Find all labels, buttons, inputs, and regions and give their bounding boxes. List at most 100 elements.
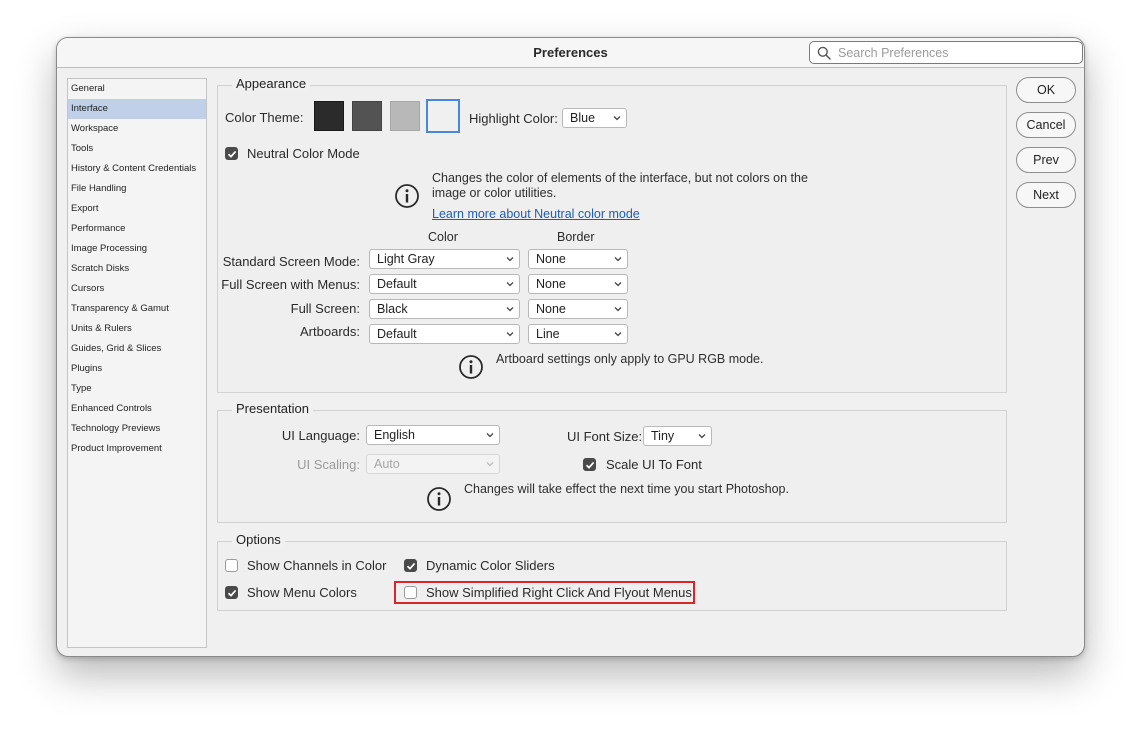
preferences-window: Preferences General Interface Workspace … xyxy=(56,37,1085,657)
dynamic-color-sliders-checkbox[interactable] xyxy=(404,559,417,572)
chevron-down-icon xyxy=(506,282,514,287)
sidebar-item-history[interactable]: History & Content Credentials xyxy=(68,159,206,179)
sidebar-item-cursors[interactable]: Cursors xyxy=(68,279,206,299)
sidebar-item-guides[interactable]: Guides, Grid & Slices xyxy=(68,339,206,359)
sidebar-item-workspace[interactable]: Workspace xyxy=(68,119,206,139)
chevron-down-icon xyxy=(698,434,706,439)
theme-swatch-medium[interactable] xyxy=(390,101,420,131)
sidebar-item-units-rulers[interactable]: Units & Rulers xyxy=(68,319,206,339)
highlight-color-value: Blue xyxy=(570,111,596,125)
sidebar-item-product-improvement[interactable]: Product Improvement xyxy=(68,439,206,459)
ui-language-select[interactable]: English xyxy=(366,425,500,445)
sidebar-item-general[interactable]: General xyxy=(68,79,206,99)
show-channels-in-color-checkbox[interactable] xyxy=(225,559,238,572)
appearance-group: Appearance xyxy=(217,76,1007,393)
chevron-down-icon xyxy=(614,332,622,337)
select-value: Default xyxy=(377,327,417,341)
chevron-down-icon xyxy=(614,282,622,287)
search-input[interactable] xyxy=(836,44,1076,61)
chevron-down-icon xyxy=(614,307,622,312)
ui-scaling-select: Auto xyxy=(366,454,500,474)
category-sidebar: General Interface Workspace Tools Histor… xyxy=(67,78,207,648)
chevron-down-icon xyxy=(506,332,514,337)
prev-button[interactable]: Prev xyxy=(1016,147,1076,173)
next-button[interactable]: Next xyxy=(1016,182,1076,208)
info-icon xyxy=(427,487,451,511)
select-value: Tiny xyxy=(651,429,675,443)
theme-swatch-light[interactable] xyxy=(426,99,460,133)
artboards-color-select[interactable]: Default xyxy=(369,324,520,344)
ui-font-size-select[interactable]: Tiny xyxy=(643,426,712,446)
column-header-color: Color xyxy=(428,230,458,244)
dynamic-color-sliders-label: Dynamic Color Sliders xyxy=(426,558,555,573)
artboards-border-select[interactable]: Line xyxy=(528,324,628,344)
info-icon xyxy=(459,355,483,379)
sidebar-item-plugins[interactable]: Plugins xyxy=(68,359,206,379)
full-screen-color-select[interactable]: Black xyxy=(369,299,520,319)
column-header-border: Border xyxy=(557,230,595,244)
select-value: Light Gray xyxy=(377,252,435,266)
ui-font-size-label: UI Font Size: xyxy=(567,429,643,444)
highlight-color-select[interactable]: Blue xyxy=(562,108,627,128)
title-bar: Preferences xyxy=(57,38,1084,68)
select-value: None xyxy=(536,277,566,291)
sidebar-item-export[interactable]: Export xyxy=(68,199,206,219)
select-value: English xyxy=(374,428,415,442)
select-value: None xyxy=(536,302,566,316)
neutral-color-mode-link[interactable]: Learn more about Neutral color mode xyxy=(432,207,640,221)
show-menu-colors-label: Show Menu Colors xyxy=(247,585,357,600)
ok-button[interactable]: OK xyxy=(1016,77,1076,103)
select-value: Default xyxy=(377,277,417,291)
search-field[interactable] xyxy=(809,41,1083,64)
presentation-note: Changes will take effect the next time y… xyxy=(464,482,789,496)
artboards-label: Artboards: xyxy=(300,324,360,339)
sidebar-item-image-processing[interactable]: Image Processing xyxy=(68,239,206,259)
full-screen-border-select[interactable]: None xyxy=(528,299,628,319)
neutral-note-line2: image or color utilities. xyxy=(432,186,557,200)
full-screen-menus-border-select[interactable]: None xyxy=(528,274,628,294)
checkmark-icon xyxy=(227,150,237,158)
chevron-down-icon xyxy=(614,257,622,262)
sidebar-item-scratch-disks[interactable]: Scratch Disks xyxy=(68,259,206,279)
chevron-down-icon xyxy=(613,116,621,121)
neutral-note-line1: Changes the color of elements of the int… xyxy=(432,171,808,185)
select-value: Line xyxy=(536,327,560,341)
chevron-down-icon xyxy=(506,307,514,312)
sidebar-item-interface[interactable]: Interface xyxy=(68,99,206,119)
show-menu-colors-checkbox[interactable] xyxy=(225,586,238,599)
simplified-menus-checkbox[interactable] xyxy=(404,586,417,599)
checkmark-icon xyxy=(227,589,237,597)
select-value: Auto xyxy=(374,457,400,471)
options-title: Options xyxy=(232,532,285,547)
select-value: Black xyxy=(377,302,408,316)
neutral-color-mode-checkbox[interactable] xyxy=(225,147,238,160)
standard-screen-color-select[interactable]: Light Gray xyxy=(369,249,520,269)
cancel-button[interactable]: Cancel xyxy=(1016,112,1076,138)
show-channels-in-color-label: Show Channels in Color xyxy=(247,558,387,573)
info-icon xyxy=(395,184,419,208)
sidebar-item-file-handling[interactable]: File Handling xyxy=(68,179,206,199)
full-screen-menus-color-select[interactable]: Default xyxy=(369,274,520,294)
sidebar-item-tools[interactable]: Tools xyxy=(68,139,206,159)
standard-screen-border-select[interactable]: None xyxy=(528,249,628,269)
chevron-down-icon xyxy=(506,257,514,262)
sidebar-item-transparency[interactable]: Transparency & Gamut xyxy=(68,299,206,319)
sidebar-item-technology-previews[interactable]: Technology Previews xyxy=(68,419,206,439)
presentation-title: Presentation xyxy=(232,401,313,416)
select-value: None xyxy=(536,252,566,266)
ui-scaling-label: UI Scaling: xyxy=(297,457,360,472)
color-theme-label: Color Theme: xyxy=(225,110,304,125)
theme-swatch-dark[interactable] xyxy=(352,101,382,131)
ui-language-label: UI Language: xyxy=(281,428,360,443)
simplified-menus-label: Show Simplified Right Click And Flyout M… xyxy=(426,585,692,600)
chevron-down-icon xyxy=(486,462,494,467)
sidebar-item-type[interactable]: Type xyxy=(68,379,206,399)
chevron-down-icon xyxy=(486,433,494,438)
standard-screen-mode-label: Standard Screen Mode: xyxy=(222,254,360,269)
sidebar-item-enhanced-controls[interactable]: Enhanced Controls xyxy=(68,399,206,419)
neutral-color-mode-label: Neutral Color Mode xyxy=(247,146,360,161)
theme-swatch-darkest[interactable] xyxy=(314,101,344,131)
sidebar-item-performance[interactable]: Performance xyxy=(68,219,206,239)
highlight-color-label: Highlight Color: xyxy=(469,111,558,126)
scale-ui-to-font-checkbox[interactable] xyxy=(583,458,596,471)
